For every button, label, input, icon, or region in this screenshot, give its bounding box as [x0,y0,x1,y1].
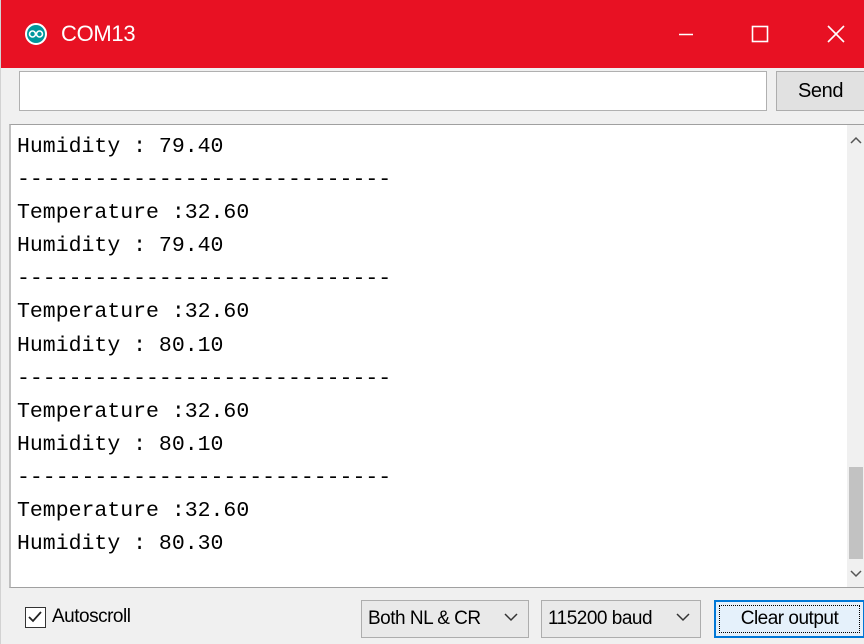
chevron-down-icon [676,613,690,622]
send-input[interactable] [19,71,767,111]
checkmark-icon [28,610,42,622]
baud-rate-value: 115200 baud [548,608,653,629]
line-ending-select[interactable]: Both NL & CR [361,600,529,638]
window-title: COM13 [61,21,136,46]
output-line: Humidity : 80.30 [17,532,224,557]
autoscroll-toggle[interactable]: Autoscroll [25,604,131,630]
serial-monitor-window: COM13 Send Humidity : 79.40 -------------… [0,0,864,644]
output-line: ----------------------------- [17,168,392,193]
scroll-thumb[interactable] [849,467,863,559]
output-line: Temperature :32.60 [17,499,250,524]
minimize-button[interactable] [651,0,721,68]
focus-ring [719,605,860,633]
chevron-down-icon [504,613,518,622]
output-line: Temperature :32.60 [17,300,250,325]
close-icon [827,25,845,43]
output-line: Humidity : 79.40 [17,135,224,159]
output-line: ----------------------------- [17,267,392,292]
output-line: Humidity : 80.10 [17,333,224,358]
output-lines: Humidity : 79.40 ------------------------… [17,131,391,561]
maximize-button[interactable] [725,0,795,68]
arduino-infinity-icon [25,23,47,45]
maximize-icon [751,25,769,43]
baud-rate-select[interactable]: 115200 baud [541,600,701,638]
serial-output[interactable]: Humidity : 79.40 ------------------------… [9,124,864,588]
autoscroll-label: Autoscroll [52,606,131,627]
output-line: Humidity : 80.10 [17,432,224,457]
minimize-icon [679,33,693,36]
output-line: Temperature :32.60 [17,399,250,424]
send-button[interactable]: Send [776,71,864,111]
vertical-scrollbar[interactable] [847,125,864,587]
scroll-down-button[interactable] [847,565,864,583]
clear-output-button[interactable]: Clear output [714,600,864,638]
title-bar[interactable]: COM13 [1,0,864,68]
output-line: Temperature :32.60 [17,201,250,226]
output-line: ----------------------------- [17,465,392,490]
output-line: Humidity : 79.40 [17,234,224,259]
line-ending-value: Both NL & CR [368,608,481,629]
chevron-up-icon [850,136,862,144]
autoscroll-checkbox[interactable] [25,606,46,628]
output-line: ----------------------------- [17,366,392,391]
scroll-up-button[interactable] [847,131,864,149]
close-button[interactable] [801,0,864,68]
chevron-down-icon [850,570,862,578]
